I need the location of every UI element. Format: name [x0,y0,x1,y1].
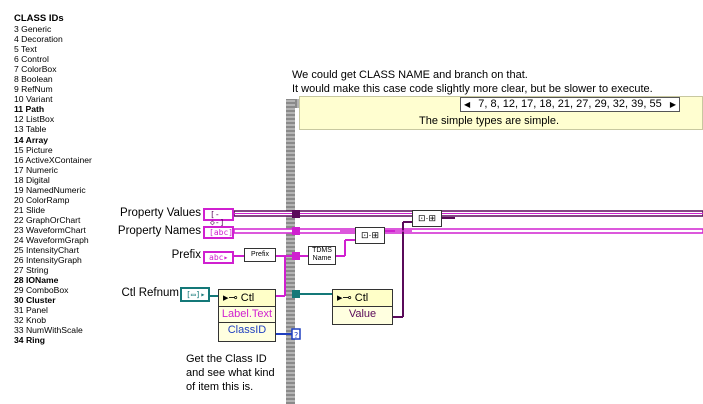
wire-property-names[interactable] [233,228,703,234]
terminal-ctl-refnum[interactable]: [▭]▸ [180,287,210,302]
terminal-property-values[interactable]: [-◇-] [203,208,234,227]
variant-icon: [-◇-] [210,210,225,227]
property-node-2-header: ▸⊸ Ctl [333,290,392,307]
build-array-icon: ⊡·⊞ [360,230,380,240]
refnum-icon: [▭]▸ [186,290,206,299]
wire-layer: ? [210,210,703,340]
prop-label-text[interactable]: Label.Text [219,307,275,323]
tunnel-property-values[interactable] [292,210,300,218]
label-property-names: Property Names [117,225,201,237]
build-array-icon: ⊡·⊞ [417,213,437,223]
bottom-comment-line1: Get the Class ID [186,353,267,365]
bottom-comment-line3: of item this is. [186,381,254,393]
refnum-icon: ▸⊸ [223,292,241,304]
tunnel-prefix[interactable] [292,252,300,260]
prop-classid[interactable]: ClassID [219,323,275,339]
tdms-name-tag[interactable]: TDMS Name [308,246,336,265]
string-abc-icon: [abc] [209,228,234,237]
terminal-property-names[interactable]: [abc] [203,226,234,239]
prop-value[interactable]: Value [333,307,392,323]
terminal-prefix[interactable]: abc▸ [203,251,234,264]
label-property-values: Property Values [120,207,201,219]
label-ctl-refnum: Ctl Refnum [121,287,179,299]
build-array-values[interactable]: ⊡·⊞ [412,210,442,227]
label-prefix: Prefix [171,249,201,261]
property-node-1-header: ▸⊸ Ctl [219,290,275,307]
refnum-icon: ▸⊸ [337,292,355,304]
tunnel-property-names[interactable] [292,227,300,235]
tunnel-refnum[interactable] [292,290,300,298]
property-node-value[interactable]: ▸⊸ Ctl Value [332,289,393,325]
svg-text:?: ? [294,331,298,340]
bottom-comment: Get the Class ID and see what kind of it… [186,352,275,394]
prefix-tag[interactable]: Prefix [244,248,276,262]
property-node-label-classid[interactable]: ▸⊸ Ctl Label.Text ClassID [218,289,276,342]
build-array-names[interactable]: ⊡·⊞ [355,227,385,244]
string-abc-icon: abc▸ [209,253,229,262]
bottom-comment-line2: and see what kind [186,367,275,379]
